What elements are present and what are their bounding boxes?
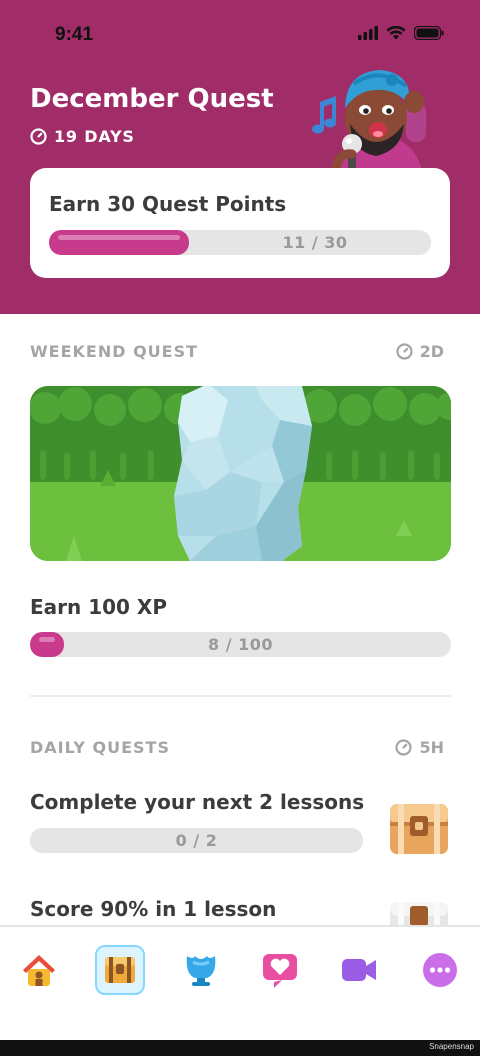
daily-quest-label[interactable]: Complete your next 2 lessons xyxy=(30,790,364,814)
daily-quest-label[interactable]: Score 90% in 1 lesson xyxy=(30,897,276,921)
days-left-text: 19 DAYS xyxy=(54,127,135,146)
daily-quest-progress-text: 0 / 2 xyxy=(175,831,218,850)
tab-quests[interactable] xyxy=(95,945,145,995)
house-icon xyxy=(23,955,55,986)
monthly-progress-fill xyxy=(49,230,190,255)
daily-quests-time: 5H xyxy=(395,738,444,757)
tab-leagues[interactable] xyxy=(176,945,226,995)
trophy-icon xyxy=(186,956,216,986)
tab-health[interactable] xyxy=(255,945,305,995)
signal-icon xyxy=(358,26,378,40)
chest-icon[interactable] xyxy=(388,802,450,856)
weekend-progress-bar: 8 / 100 xyxy=(30,632,451,657)
daily-time-text: 5H xyxy=(419,738,444,757)
weekend-quest-time: 2D xyxy=(395,342,444,361)
monthly-quest-card[interactable]: Earn 30 Quest Points 11 / 30 xyxy=(30,168,450,278)
status-time: 9:41 xyxy=(55,24,94,45)
monthly-quest-label: Earn 30 Quest Points xyxy=(49,192,287,216)
quest-header: 9:41 December Quest 19 DAYS Earn 30 Ques… xyxy=(0,0,480,314)
tab-video[interactable] xyxy=(334,945,384,995)
status-icons xyxy=(358,26,444,40)
weekend-time-text: 2D xyxy=(419,342,444,361)
more-dots-icon xyxy=(423,953,457,987)
weekend-quest-heading: WEEKEND QUEST xyxy=(30,342,199,361)
weekend-quest-illustration xyxy=(30,386,451,561)
video-camera-icon xyxy=(342,959,376,981)
chest-icon[interactable] xyxy=(388,900,450,926)
watermark-text: Snapensnap xyxy=(429,1042,474,1051)
clock-icon xyxy=(395,343,413,360)
monthly-progress-text: 11 / 30 xyxy=(282,233,348,252)
weekend-progress-text: 8 / 100 xyxy=(207,635,273,654)
wifi-icon xyxy=(386,26,406,40)
chest-icon xyxy=(105,957,135,983)
ice-statue-illustration xyxy=(30,386,451,561)
section-divider xyxy=(30,695,451,697)
tab-home[interactable] xyxy=(14,945,64,995)
clock-icon xyxy=(30,128,47,145)
daily-quest-progress-bar: 0 / 2 xyxy=(30,828,363,853)
weekend-task-label: Earn 100 XP xyxy=(30,595,168,619)
status-bar: 9:41 xyxy=(0,22,480,50)
singer-mascot-illustration xyxy=(312,70,426,170)
footer-strip: Snapensnap xyxy=(0,1040,480,1056)
bottom-tab-bar xyxy=(0,925,480,1040)
battery-icon xyxy=(414,26,444,40)
daily-quests-heading: DAILY QUESTS xyxy=(30,738,170,757)
heart-icon xyxy=(263,954,297,988)
monthly-progress-bar: 11 / 30 xyxy=(49,230,431,255)
tab-more[interactable] xyxy=(415,945,465,995)
page-title: December Quest xyxy=(30,84,274,114)
clock-icon xyxy=(395,739,413,756)
quest-days-left: 19 DAYS xyxy=(30,127,135,146)
